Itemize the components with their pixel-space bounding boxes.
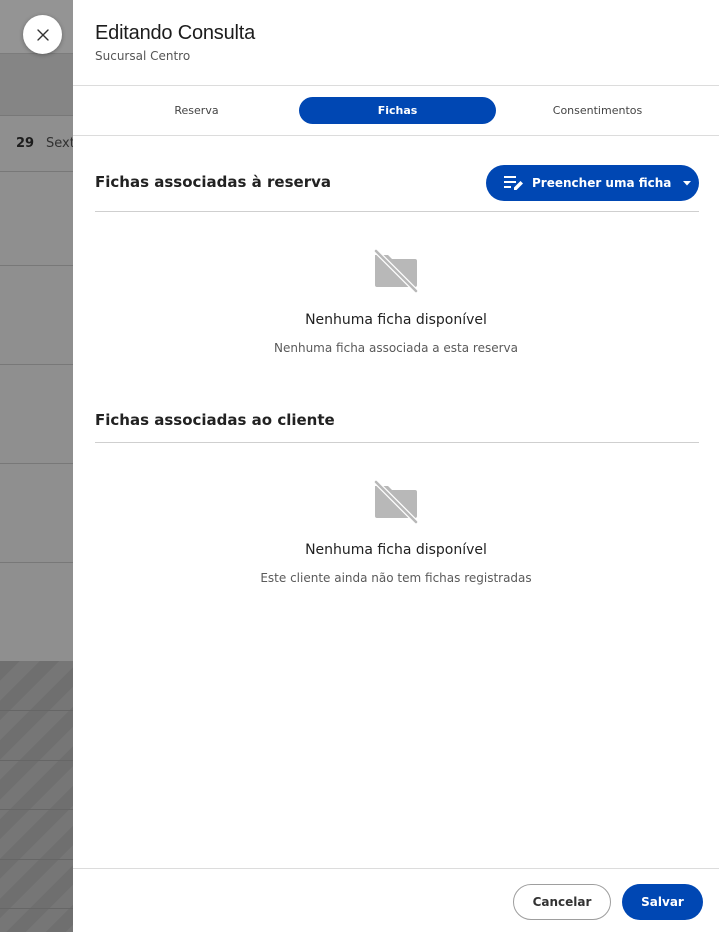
no-file-icon: [373, 480, 419, 524]
reservation-section-divider: [95, 211, 699, 212]
client-empty-description: Este cliente ainda não tem fichas regist…: [260, 571, 532, 585]
close-button[interactable]: [23, 15, 62, 54]
save-button[interactable]: Salvar: [622, 884, 703, 920]
edit-appointment-drawer: Editando Consulta Sucursal Centro Reserv…: [73, 0, 719, 932]
drawer-subtitle: Sucursal Centro: [95, 49, 191, 63]
tab-bar: Reserva Fichas Consentimentos: [73, 86, 719, 135]
client-forms-title: Fichas associadas ao cliente: [95, 411, 335, 429]
fill-form-button[interactable]: Preencher uma ficha: [486, 165, 699, 201]
tabs-divider: [73, 135, 719, 136]
no-file-icon: [373, 249, 419, 293]
tab-reserva[interactable]: Reserva: [98, 97, 295, 124]
drawer-title: Editando Consulta: [95, 22, 256, 44]
chevron-down-icon: [683, 180, 692, 185]
fill-form-label: Preencher uma ficha: [532, 176, 672, 190]
reservation-empty-description: Nenhuma ficha associada a esta reserva: [274, 341, 518, 355]
footer-divider: [73, 868, 719, 869]
reservation-forms-title: Fichas associadas à reserva: [95, 173, 331, 191]
cancel-button[interactable]: Cancelar: [513, 884, 611, 920]
reservation-empty-title: Nenhuma ficha disponível: [305, 312, 487, 328]
client-empty-title: Nenhuma ficha disponível: [305, 542, 487, 558]
tab-fichas[interactable]: Fichas: [299, 97, 496, 124]
client-section-divider: [95, 442, 699, 443]
tab-consentimentos[interactable]: Consentimentos: [499, 97, 696, 124]
edit-list-icon: [504, 176, 523, 190]
close-icon: [36, 28, 49, 41]
